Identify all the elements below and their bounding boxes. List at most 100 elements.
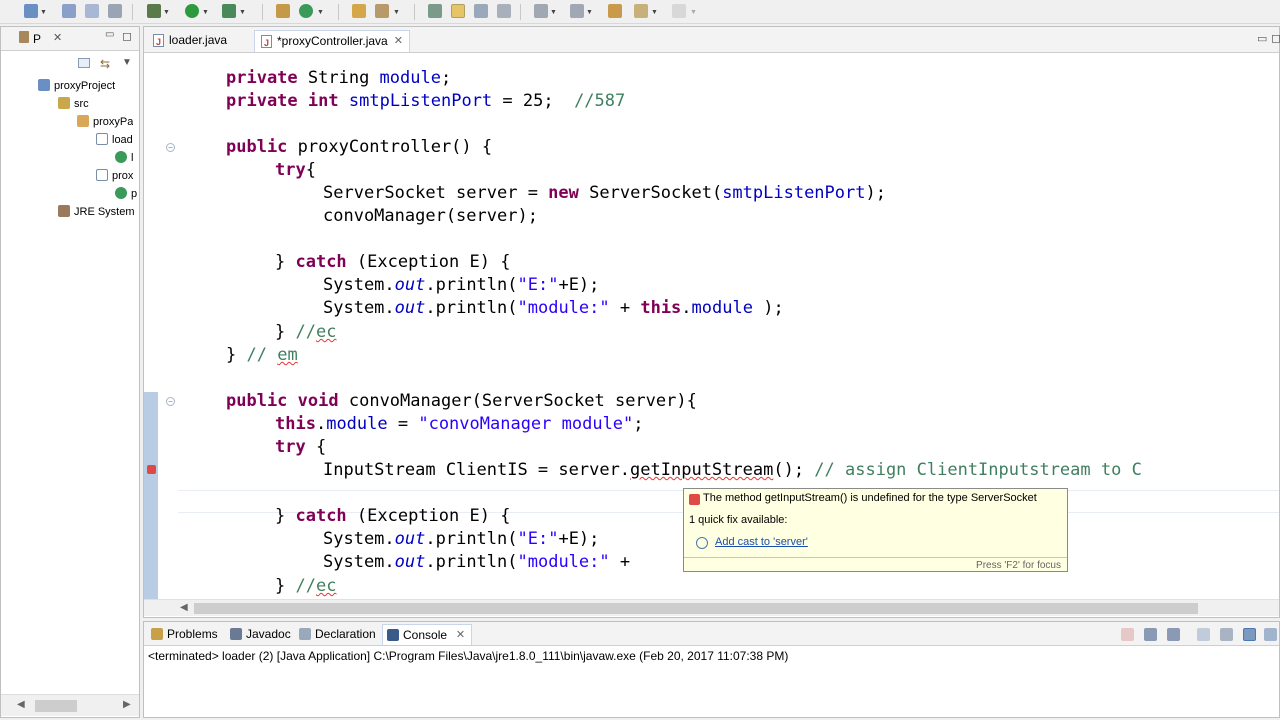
scroll-left-icon[interactable]: ◀ [180,602,188,613]
maximize-icon[interactable]: ◻ [122,29,132,43]
change-ruler [144,392,158,604]
main-toolbar: ▼ ▼ ▼ ▼ ▼ ▼ ▼ ▼ ▼ ▼ [0,0,1280,24]
code-line: ServerSocket server = new ServerSocket(s… [323,183,886,203]
tree-item-loader-class[interactable]: l [115,150,133,166]
quickfix-count: 1 quick fix available: [689,514,788,526]
code-line: private int smtpListenPort = 25; //587 [226,91,626,111]
tree-item-src[interactable]: src [58,96,89,112]
library-icon [58,205,70,217]
fold-icon[interactable]: − [166,143,175,152]
code-line: } //ec [275,322,337,342]
code-line: public proxyController() { [226,137,493,157]
search-icon[interactable] [375,4,389,18]
package-explorer-icon [19,31,29,43]
save-all-icon[interactable] [85,4,99,18]
code-line: System.out.println("module:" + this.modu… [323,298,784,318]
focus-hint: Press 'F2' for focus [976,560,1061,571]
java-file-icon [96,133,108,145]
error-message: The method getInputStream() is undefined… [703,492,1037,504]
tree-item-proxy-class[interactable]: p [115,186,137,202]
tree-item-loader-file[interactable]: load [96,132,133,148]
tab-problems[interactable]: Problems [147,624,218,645]
javadoc-icon [230,628,242,640]
mark-occurrences-icon[interactable] [451,4,465,18]
tab-javadoc[interactable]: Javadoc [226,624,291,645]
remove-all-icon[interactable] [1167,628,1180,641]
display-console-icon[interactable] [1264,628,1277,641]
code-line: } catch (Exception E) { [275,506,511,526]
open-type-icon[interactable] [352,4,366,18]
new-package-icon[interactable] [276,4,290,18]
maximize-icon[interactable]: ◻ [1271,31,1280,45]
clear-console-icon[interactable] [1197,628,1210,641]
terminate-icon[interactable] [1121,628,1134,641]
pin-console-icon[interactable] [1243,628,1256,641]
scroll-lock-icon[interactable] [1220,628,1233,641]
problems-icon [151,628,163,640]
tab-proxycontroller-java[interactable]: *proxyController.java✕ [254,30,410,53]
view-menu-icon[interactable]: ▼ [122,57,132,68]
tree-item-package[interactable]: proxyPa [77,114,133,130]
last-edit-icon[interactable] [608,4,622,18]
remove-launch-icon[interactable] [1144,628,1157,641]
code-line: this.module = "convoManager module"; [275,414,644,434]
code-line: } catch (Exception E) { [275,252,511,272]
code-line: System.out.println("E:"+E); [323,529,600,549]
package-explorer-tab[interactable]: P [33,32,41,46]
quickfix-link[interactable]: Add cast to 'server' [715,536,808,548]
back-icon[interactable] [634,4,648,18]
coverage-icon[interactable] [222,4,236,18]
toggle-breadcrumb-icon[interactable] [428,4,442,18]
debug-icon[interactable] [147,4,161,18]
tree-item-project[interactable]: proxyProject [38,78,115,94]
tab-console[interactable]: Console ✕ [382,624,473,645]
close-icon[interactable]: ✕ [456,625,465,645]
source-folder-icon [58,97,70,109]
code-line: try { [275,437,327,457]
new-icon[interactable] [24,4,38,18]
print-icon[interactable] [108,4,122,18]
show-whitespace-icon[interactable] [497,4,511,18]
save-icon[interactable] [62,4,76,18]
code-line: System.out.println("E:"+E); [323,275,600,295]
minimize-icon[interactable]: ▭ [105,29,114,40]
scroll-thumb[interactable] [35,700,77,712]
class-icon [115,187,127,199]
forward-icon[interactable] [672,4,686,18]
block-selection-icon[interactable] [474,4,488,18]
code-line: } // em [226,345,298,365]
error-token[interactable]: getInputStream [630,460,773,480]
tab-loader-java[interactable]: loader.java [147,30,255,52]
console-tabbar: Problems Javadoc Declaration Console ✕ [144,622,1279,646]
fold-icon[interactable]: − [166,397,175,406]
console-output: <terminated> loader (2) [Java Applicatio… [148,649,789,663]
previous-annotation-icon[interactable] [570,4,584,18]
class-icon [115,151,127,163]
run-icon[interactable] [185,4,199,18]
quickfix-icon [696,537,708,549]
package-explorer-tabbar: P ✕ ▭ ◻ [1,27,139,51]
tab-declaration[interactable]: Declaration [295,624,376,645]
java-file-icon [96,169,108,181]
code-line: try{ [275,160,316,180]
close-icon[interactable]: ✕ [394,31,403,51]
code-line: InputStream ClientIS = server.getInputSt… [323,460,1142,480]
minimize-icon[interactable]: ▭ [1257,32,1267,45]
scroll-thumb[interactable] [194,603,1198,614]
code-line: System.out.println("module:" + [323,552,631,572]
code-line: } //ec [275,576,337,596]
link-editor-icon[interactable]: ⇆ [100,57,110,71]
editor-hscroll[interactable]: ◀ [144,599,1279,616]
tree-item-jre[interactable]: JRE System [58,204,135,220]
code-line: public void convoManager(ServerSocket se… [226,391,697,411]
error-marker-icon[interactable] [147,465,156,474]
code-line: convoManager(server); [323,206,538,226]
new-class-icon[interactable] [299,4,313,18]
console-panel: Problems Javadoc Declaration Console ✕ <t… [143,621,1280,718]
next-annotation-icon[interactable] [534,4,548,18]
collapse-all-icon[interactable] [78,58,90,68]
explorer-hscroll[interactable]: ◀ ▶ [1,694,139,716]
tree-item-proxy-file[interactable]: prox [96,168,133,184]
console-icon [387,629,399,641]
close-icon[interactable]: ✕ [53,31,62,44]
